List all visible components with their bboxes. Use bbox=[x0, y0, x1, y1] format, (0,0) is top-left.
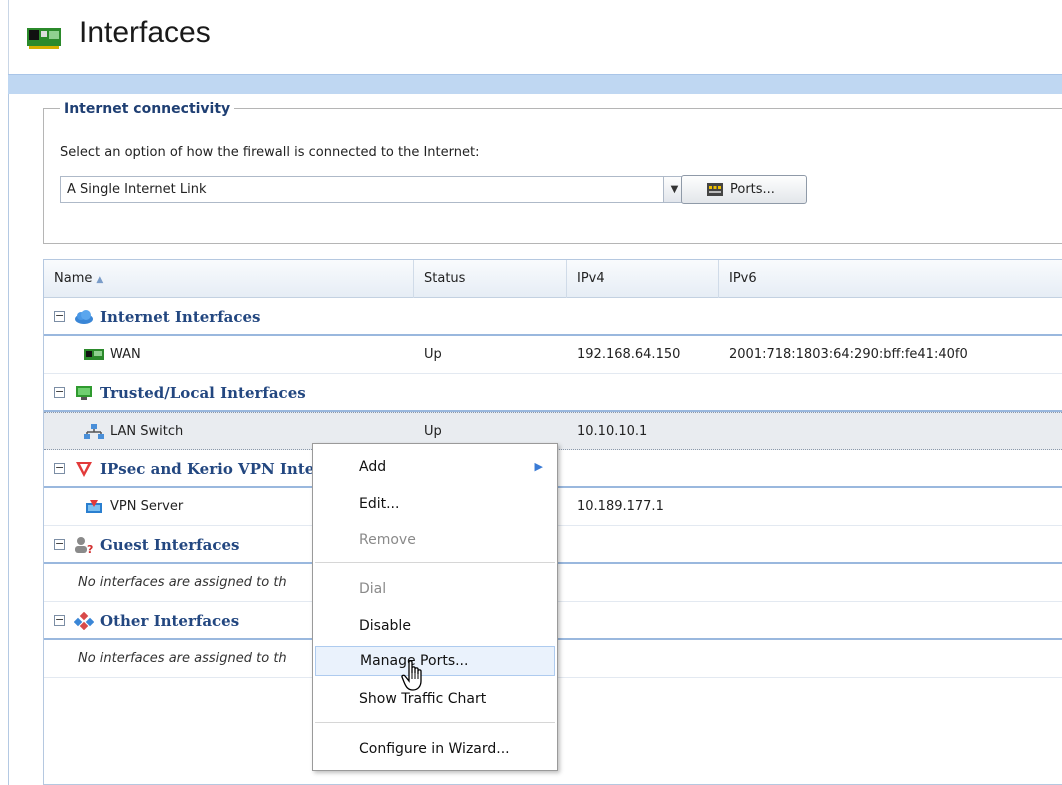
interface-ipv4: 192.168.64.150 bbox=[577, 347, 681, 362]
interface-status: Up bbox=[424, 424, 442, 439]
title-bar: Interfaces bbox=[8, 0, 1062, 74]
menu-item-label: Show Traffic Chart bbox=[359, 691, 487, 707]
collapse-icon[interactable]: − bbox=[54, 386, 65, 398]
interface-ipv4: 10.10.10.1 bbox=[577, 424, 648, 439]
collapse-icon[interactable]: − bbox=[54, 462, 65, 474]
connectivity-selected-value: A Single Internet Link bbox=[67, 182, 207, 197]
vpn-server-icon bbox=[86, 500, 102, 513]
group-title: Other Interfaces bbox=[100, 612, 240, 630]
connectivity-select[interactable]: A Single Internet Link ▼ bbox=[60, 176, 686, 203]
grid-header: Name ▲ Status IPv4 IPv6 bbox=[44, 260, 1062, 298]
menu-item-label: Configure in Wizard... bbox=[359, 741, 510, 757]
monitor-icon bbox=[76, 386, 92, 400]
menu-item-remove[interactable]: Remove bbox=[315, 525, 555, 555]
collapse-icon[interactable]: − bbox=[54, 538, 65, 550]
empty-message: No interfaces are assigned to th bbox=[78, 651, 287, 666]
collapse-icon[interactable]: − bbox=[54, 310, 65, 322]
column-ipv6-label: IPv6 bbox=[729, 271, 757, 286]
page-title: Interfaces bbox=[79, 16, 211, 49]
collapse-icon[interactable]: − bbox=[54, 614, 65, 626]
network-card-icon bbox=[27, 28, 61, 49]
sort-ascending-icon: ▲ bbox=[96, 275, 104, 285]
cloud-icon bbox=[75, 310, 93, 324]
interface-ipv4: 10.189.177.1 bbox=[577, 499, 664, 514]
diamond-network-icon bbox=[74, 612, 94, 630]
interface-name: LAN Switch bbox=[110, 424, 184, 439]
menu-separator bbox=[315, 562, 555, 563]
ports-button[interactable]: Ports... bbox=[681, 175, 807, 204]
group-row-trusted[interactable]: − Trusted/Local Interfaces bbox=[44, 374, 1062, 412]
network-card-icon bbox=[84, 349, 104, 360]
menu-item-edit[interactable]: Edit... bbox=[315, 489, 555, 519]
menu-item-show-traffic-chart[interactable]: Show Traffic Chart bbox=[315, 684, 555, 714]
svg-text:?: ? bbox=[87, 543, 93, 554]
hand-cursor-icon bbox=[401, 660, 422, 691]
ports-button-label: Ports... bbox=[730, 182, 775, 197]
internet-connectivity-group: Internet connectivity Select an option o… bbox=[43, 101, 1062, 244]
column-header-ipv6[interactable]: IPv6 bbox=[719, 260, 1062, 298]
interface-status: Up bbox=[424, 347, 442, 362]
menu-separator bbox=[315, 722, 555, 723]
group-title: Internet Interfaces bbox=[100, 308, 261, 326]
menu-item-label: Disable bbox=[359, 618, 411, 634]
interface-name: WAN bbox=[110, 347, 141, 362]
submenu-arrow-icon: ▶ bbox=[534, 460, 543, 473]
shield-icon bbox=[76, 462, 92, 477]
menu-item-dial[interactable]: Dial bbox=[315, 574, 555, 604]
empty-message: No interfaces are assigned to th bbox=[78, 575, 287, 590]
guest-users-icon: ? bbox=[75, 537, 93, 554]
connectivity-description: Select an option of how the firewall is … bbox=[60, 145, 480, 160]
group-title: Guest Interfaces bbox=[100, 536, 240, 554]
interface-ipv6: 2001:718:1803:64:290:bff:fe41:40f0 bbox=[729, 347, 968, 362]
menu-item-disable[interactable]: Disable bbox=[315, 611, 555, 641]
menu-item-label: Add bbox=[359, 459, 387, 475]
column-header-ipv4[interactable]: IPv4 bbox=[567, 260, 719, 298]
ports-icon bbox=[707, 183, 723, 196]
table-row[interactable]: WAN Up 192.168.64.150 2001:718:1803:64:2… bbox=[44, 336, 1062, 374]
menu-item-label: Remove bbox=[359, 532, 416, 548]
group-title: Trusted/Local Interfaces bbox=[100, 384, 306, 402]
column-status-label: Status bbox=[424, 271, 466, 286]
column-header-status[interactable]: Status bbox=[414, 260, 567, 298]
group-title: IPsec and Kerio VPN Inte bbox=[100, 460, 315, 478]
connectivity-legend: Internet connectivity bbox=[60, 101, 235, 117]
menu-item-label: Edit... bbox=[359, 496, 400, 512]
context-menu: Add ▶ Edit... Remove Dial Disable Manage… bbox=[312, 443, 558, 771]
switch-icon bbox=[84, 424, 104, 439]
interface-name: VPN Server bbox=[110, 499, 184, 514]
column-header-name[interactable]: Name ▲ bbox=[44, 260, 414, 298]
header-band bbox=[8, 74, 1062, 94]
column-ipv4-label: IPv4 bbox=[577, 271, 605, 286]
menu-item-manage-ports[interactable]: Manage Ports... bbox=[315, 646, 555, 676]
menu-item-configure-wizard[interactable]: Configure in Wizard... bbox=[315, 734, 555, 764]
menu-item-add[interactable]: Add ▶ bbox=[315, 452, 555, 482]
menu-item-label: Dial bbox=[359, 581, 387, 597]
column-name-label: Name bbox=[54, 271, 93, 286]
group-row-internet[interactable]: − Internet Interfaces bbox=[44, 298, 1062, 336]
